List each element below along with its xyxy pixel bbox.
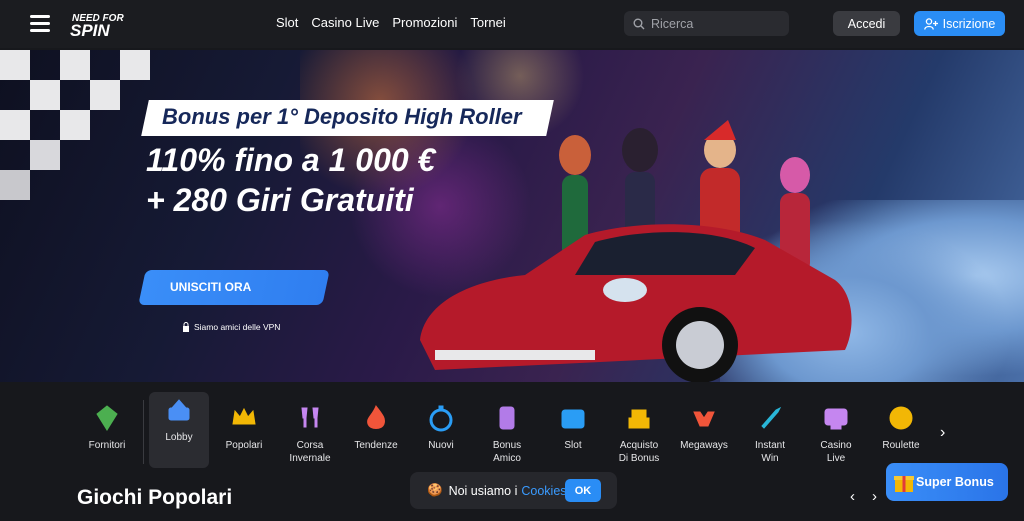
live-icon <box>824 408 848 430</box>
fire-icon <box>367 404 385 429</box>
nav-tornei[interactable]: Tornei <box>470 15 505 30</box>
section-title: Giochi Popolari <box>77 486 233 509</box>
nav-casino-live[interactable]: Casino Live <box>311 15 379 30</box>
vpn-icon <box>183 322 189 332</box>
nav-slot[interactable]: Slot <box>276 15 298 30</box>
category-megaways[interactable]: Megaways <box>674 400 734 468</box>
category-label: Roulette <box>882 440 920 451</box>
search-input[interactable] <box>651 16 781 31</box>
bonus-tag: Bonus per 1° Deposito High Roller <box>162 104 522 129</box>
slot-icon <box>561 409 585 429</box>
category-divider <box>143 400 144 464</box>
main-nav: Slot Casino Live Promozioni Tornei <box>276 15 506 30</box>
gift-icon <box>894 476 914 492</box>
svg-text:SPIN: SPIN <box>70 21 110 38</box>
category-corsa-invernale[interactable]: Corsa Invernale <box>280 400 340 468</box>
popular-next-icon[interactable]: › <box>872 488 877 505</box>
dollar-icon <box>499 406 515 430</box>
category-tendenze[interactable]: Tendenze <box>346 400 406 468</box>
category-casino-live[interactable]: Casino Live <box>806 400 866 468</box>
sports-car-illustration <box>420 224 852 382</box>
join-now-button[interactable] <box>138 270 330 305</box>
offer-subheadline: + 280 Giri Gratuiti <box>146 182 414 218</box>
category-nuovi[interactable]: Nuovi <box>411 400 471 468</box>
lobby-icon <box>168 399 190 421</box>
category-label: Lobby <box>165 432 193 443</box>
add-user-icon <box>923 17 938 30</box>
cookie-banner: 🍪 Noi usiamo i Cookies OK <box>410 472 617 509</box>
category-fornitori[interactable]: Fornitori <box>77 400 137 468</box>
category-instant-win[interactable]: Instant Win <box>740 400 800 468</box>
category-next-icon[interactable]: › <box>940 424 945 442</box>
category-lobby[interactable]: Lobby <box>149 392 209 468</box>
category-label: Megaways <box>680 440 728 451</box>
category-label: Acquisto Di Bonus <box>618 440 660 464</box>
category-bonus-amico[interactable]: Bonus Amico <box>477 400 537 468</box>
category-roulette[interactable]: Roulette <box>871 400 931 468</box>
need-for-spin-logo[interactable]: NEED FOR SPIN <box>70 10 140 38</box>
search-icon <box>633 18 645 29</box>
category-label: Casino Live <box>820 440 852 464</box>
category-label: Instant Win <box>754 440 786 464</box>
category-acquisto-di-bonus[interactable]: Acquisto Di Bonus <box>609 400 669 468</box>
offer-headline: 110% fino a 1 000 € <box>146 142 436 178</box>
category-label: Fornitori <box>88 440 126 451</box>
cake-icon <box>628 409 650 429</box>
megaways-icon <box>693 411 715 427</box>
category-label: Corsa Invernale <box>289 440 331 464</box>
category-label: Tendenze <box>354 440 398 451</box>
nav-promozioni[interactable]: Promozioni <box>392 15 457 30</box>
glasses-icon <box>301 407 319 428</box>
vpn-text: Siamo amici delle VPN <box>194 322 281 332</box>
super-bonus-label: Super Bonus <box>916 475 994 489</box>
vpn-note: Siamo amici delle VPN <box>182 322 280 332</box>
category-label: Slot <box>564 440 582 451</box>
register-button[interactable]: Iscrizione <box>914 11 1005 36</box>
cookie-ok-button[interactable]: OK <box>565 479 601 502</box>
category-label: Nuovi <box>428 440 454 451</box>
promo-banner[interactable]: Bonus per 1° Deposito High Roller 110% f… <box>0 50 1024 382</box>
search-box[interactable] <box>624 11 789 36</box>
category-label: Bonus Amico <box>492 440 522 464</box>
roulette-icon <box>889 406 913 430</box>
category-slot[interactable]: Slot <box>543 400 603 468</box>
popular-prev-icon[interactable]: ‹ <box>850 488 855 505</box>
top-header: NEED FOR SPIN Slot Casino Live Promozion… <box>0 0 1024 48</box>
stopwatch-icon <box>429 405 453 432</box>
rocket-icon <box>761 406 782 429</box>
category-popolari[interactable]: Popolari <box>214 400 274 468</box>
crown-icon <box>232 407 256 425</box>
cookie-text: Noi usiamo i <box>448 483 518 498</box>
menu-icon[interactable] <box>30 15 50 32</box>
cookie-link[interactable]: Cookies <box>521 484 566 498</box>
register-label: Iscrizione <box>942 16 996 31</box>
login-button[interactable]: Accedi <box>833 11 900 36</box>
cookie-icon: 🍪 <box>427 483 443 497</box>
category-label: Popolari <box>225 440 263 451</box>
diamond-icon <box>96 405 118 431</box>
category-bar: Fornitori Lobby Popolari Corsa Invernale Ten… <box>0 392 1024 472</box>
